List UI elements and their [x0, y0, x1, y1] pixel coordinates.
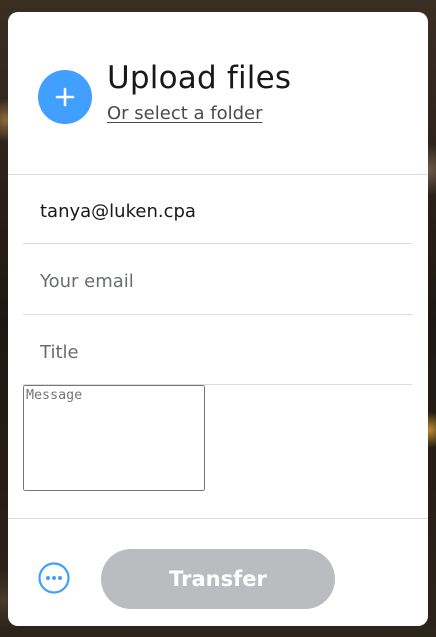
plus-icon [55, 87, 75, 107]
transfer-button[interactable]: Transfer [101, 549, 335, 609]
message-textarea[interactable] [23, 385, 205, 491]
message-field[interactable] [23, 385, 412, 518]
footer: Transfer [8, 519, 428, 626]
upload-area[interactable]: Upload files Or select a folder [8, 12, 428, 174]
your-email-input[interactable] [40, 268, 410, 294]
select-folder-link[interactable]: Or select a folder [107, 103, 263, 124]
more-options-icon [38, 562, 70, 594]
your-email-field[interactable] [23, 244, 412, 315]
title-input[interactable] [40, 339, 410, 365]
add-files-button[interactable] [38, 70, 92, 124]
recipient-input[interactable] [40, 198, 410, 224]
upload-files-title[interactable]: Upload files [107, 60, 291, 96]
transfer-panel: Upload files Or select a folder Transfer [8, 12, 428, 626]
title-field[interactable] [23, 315, 412, 385]
more-options-button[interactable] [38, 562, 70, 594]
recipient-field[interactable] [23, 174, 412, 244]
